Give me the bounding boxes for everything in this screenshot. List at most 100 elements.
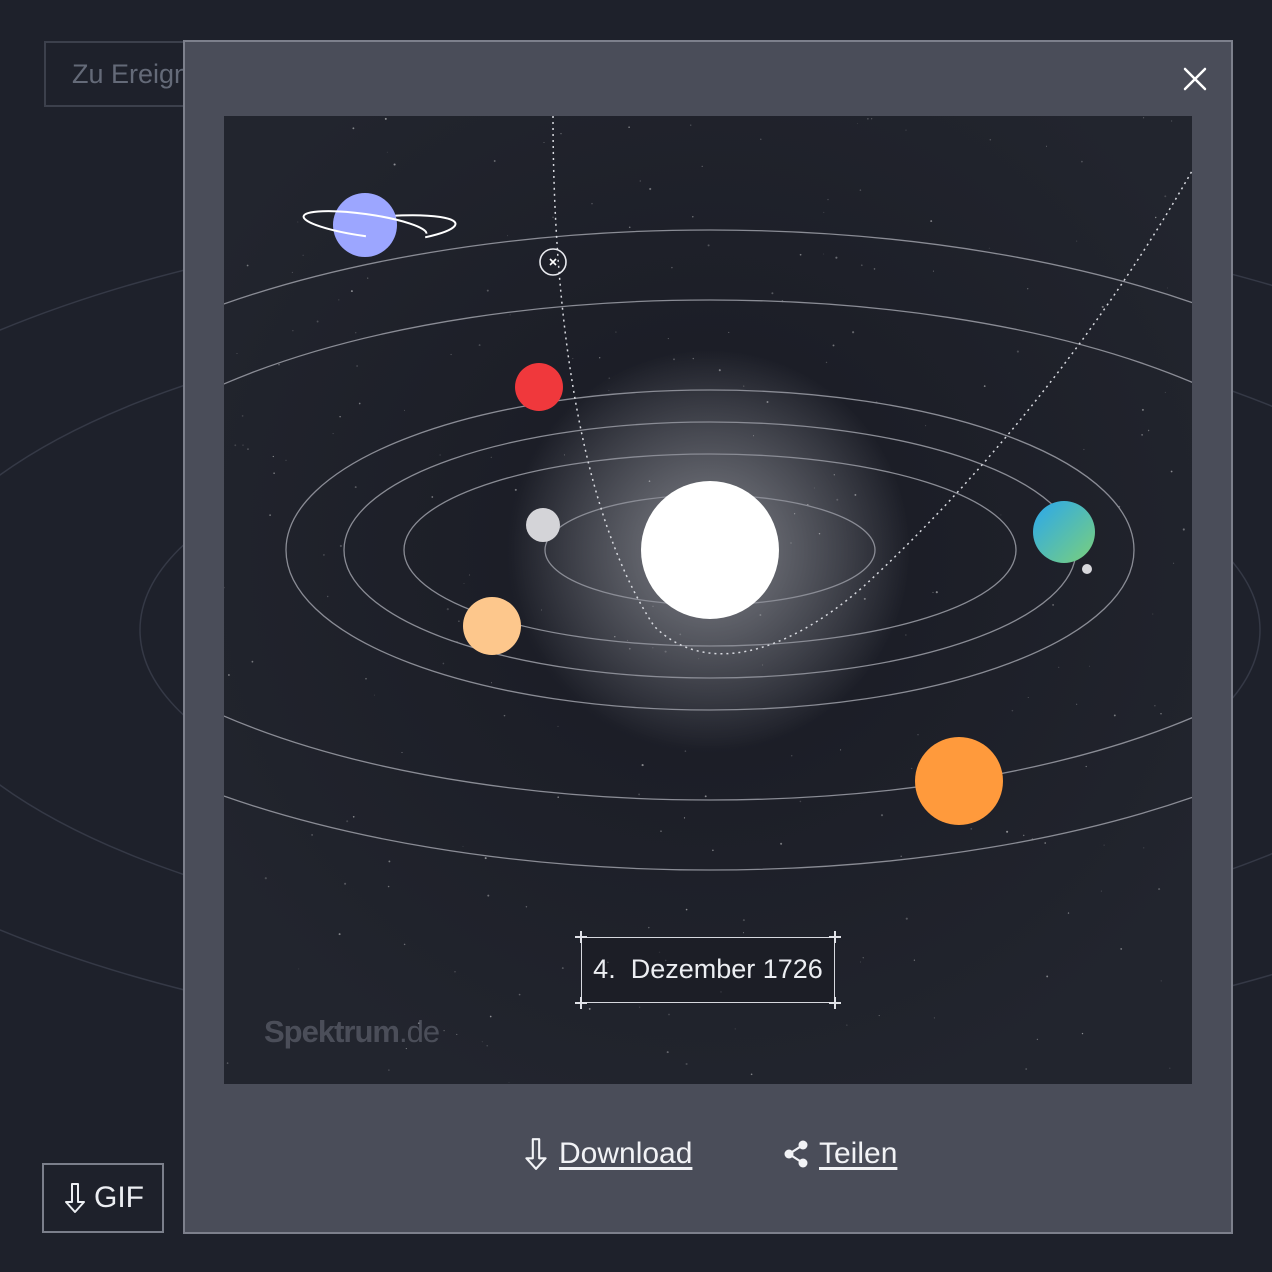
spektrum-watermark: Spektrum.de bbox=[264, 1014, 440, 1050]
star bbox=[481, 1041, 483, 1043]
star bbox=[332, 433, 334, 435]
star bbox=[701, 165, 703, 167]
star bbox=[1154, 705, 1156, 707]
star bbox=[970, 828, 973, 830]
star bbox=[1025, 1068, 1028, 1070]
star bbox=[1016, 350, 1019, 353]
star bbox=[790, 755, 793, 757]
watermark-suffix: .de bbox=[398, 1014, 440, 1049]
star bbox=[236, 353, 238, 354]
star bbox=[692, 216, 694, 218]
star bbox=[339, 416, 341, 418]
star bbox=[354, 486, 357, 489]
date-text: 4. Dezember 1726 bbox=[593, 954, 823, 984]
star bbox=[840, 749, 842, 751]
star bbox=[226, 1062, 229, 1064]
star bbox=[344, 882, 347, 885]
star bbox=[1081, 1032, 1084, 1035]
star bbox=[1113, 714, 1116, 717]
star bbox=[989, 139, 992, 141]
star bbox=[503, 714, 506, 717]
star bbox=[846, 1024, 848, 1026]
star bbox=[712, 849, 714, 852]
star bbox=[443, 1029, 445, 1032]
star bbox=[403, 943, 406, 946]
star bbox=[354, 331, 357, 334]
star bbox=[518, 993, 521, 996]
star bbox=[557, 796, 559, 798]
close-button[interactable] bbox=[1180, 64, 1210, 94]
star bbox=[560, 133, 562, 135]
star bbox=[246, 264, 249, 267]
star bbox=[486, 289, 489, 292]
star bbox=[671, 266, 673, 269]
star bbox=[823, 253, 825, 255]
star bbox=[442, 662, 445, 665]
star bbox=[780, 842, 783, 845]
star bbox=[683, 817, 686, 819]
star bbox=[832, 344, 835, 347]
star bbox=[508, 1082, 510, 1084]
star bbox=[648, 926, 650, 929]
star bbox=[352, 815, 355, 818]
date-label: 4. Dezember 1726 bbox=[575, 931, 841, 1009]
star bbox=[880, 814, 884, 817]
star bbox=[660, 830, 662, 832]
star bbox=[278, 363, 280, 366]
star bbox=[356, 365, 358, 367]
download-link[interactable]: Download bbox=[521, 1137, 692, 1171]
star bbox=[311, 833, 314, 836]
star bbox=[478, 344, 481, 347]
star bbox=[685, 908, 688, 911]
star bbox=[490, 456, 492, 459]
star bbox=[386, 151, 388, 153]
star bbox=[742, 919, 745, 922]
star bbox=[367, 277, 369, 279]
peach-planet bbox=[463, 597, 521, 655]
star bbox=[878, 1015, 880, 1017]
star bbox=[1011, 709, 1014, 712]
share-label: Teilen bbox=[819, 1137, 898, 1170]
solar-system-image: 4. Dezember 1726 Spektrum.de bbox=[224, 116, 1192, 1084]
corner-mark bbox=[829, 997, 841, 1009]
star bbox=[750, 1073, 753, 1076]
star bbox=[487, 894, 490, 897]
star bbox=[988, 247, 990, 249]
star bbox=[458, 620, 460, 622]
star bbox=[292, 330, 294, 332]
star bbox=[1170, 470, 1173, 473]
star bbox=[823, 211, 825, 213]
star bbox=[825, 361, 828, 364]
star bbox=[1160, 713, 1162, 715]
star bbox=[446, 608, 449, 611]
star bbox=[905, 129, 907, 131]
star bbox=[913, 959, 916, 961]
star bbox=[403, 409, 405, 411]
star bbox=[346, 820, 349, 823]
star bbox=[667, 338, 669, 340]
star bbox=[685, 1062, 688, 1066]
star bbox=[264, 877, 267, 880]
share-icon bbox=[784, 1140, 808, 1168]
star bbox=[704, 795, 707, 798]
star bbox=[1044, 842, 1046, 844]
star bbox=[799, 800, 802, 803]
grey-planet bbox=[526, 508, 560, 542]
star bbox=[684, 750, 687, 752]
star bbox=[352, 127, 355, 130]
corner-mark bbox=[575, 931, 587, 943]
star bbox=[859, 961, 862, 963]
gif-download-button[interactable]: GIF bbox=[42, 1163, 164, 1233]
star bbox=[649, 187, 652, 191]
star bbox=[493, 160, 496, 162]
star bbox=[302, 254, 304, 256]
star bbox=[628, 226, 631, 229]
star bbox=[484, 857, 487, 860]
star bbox=[338, 933, 341, 936]
share-link[interactable]: Teilen bbox=[781, 1137, 897, 1171]
star bbox=[639, 1006, 641, 1008]
close-icon bbox=[1183, 67, 1207, 91]
star bbox=[1089, 665, 1090, 667]
star bbox=[932, 270, 934, 272]
star bbox=[350, 290, 353, 293]
